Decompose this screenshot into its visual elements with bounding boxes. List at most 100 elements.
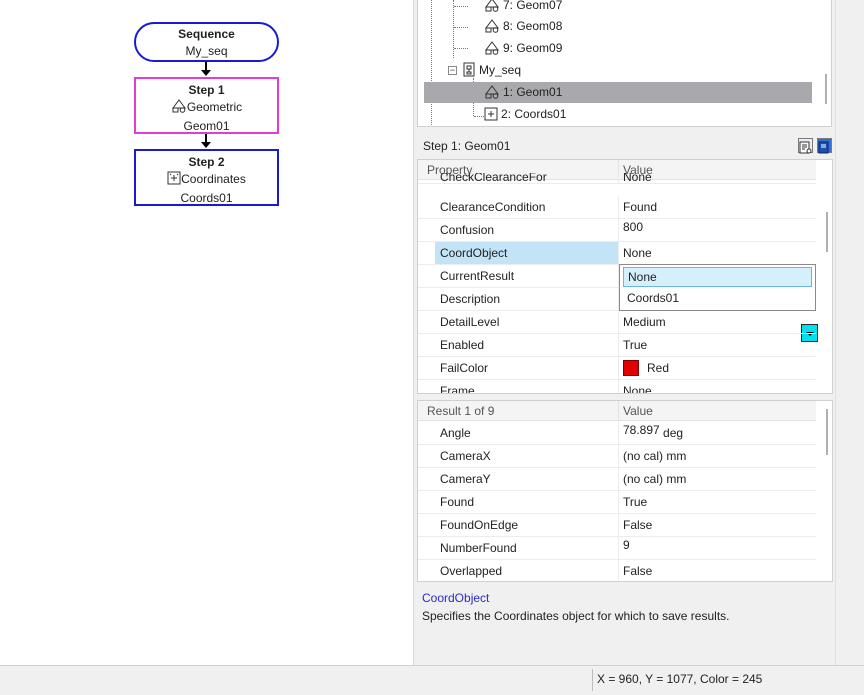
property-grid-scrollbar[interactable]	[826, 212, 828, 252]
sequence-node[interactable]: Sequence My_seq	[134, 22, 279, 62]
tree-item[interactable]: 2: Coords01	[484, 104, 566, 124]
result-value: 78.897 deg	[623, 419, 683, 441]
property-value: Found	[623, 200, 658, 214]
tree-item-label: 8: Geom08	[503, 19, 563, 33]
result-name: NumberFound	[440, 541, 517, 555]
result-value: True	[623, 495, 648, 509]
property-name: Confusion	[440, 223, 495, 237]
geometric-icon	[485, 0, 499, 12]
dropdown-option-coords01[interactable]: Coords01	[623, 288, 812, 308]
geometric-icon	[171, 99, 187, 118]
property-value: Medium	[623, 315, 666, 329]
collapse-toggle[interactable]: −	[448, 66, 457, 75]
result-grid-scrollbar[interactable]	[826, 409, 828, 455]
tree-item-label: 1: Geom01	[503, 85, 563, 99]
coord-object-dropdown-list[interactable]: None Coords01	[619, 264, 816, 311]
sequence-tree[interactable]: 7: Geom07 8: Geom08 9: Geom09 − My_seq 1…	[417, 0, 832, 127]
property-name: Description	[440, 292, 501, 306]
result-row[interactable]: NumberFound 9	[418, 537, 816, 560]
property-row[interactable]: FailColor Red	[418, 357, 816, 380]
fail-color-value: Red	[647, 361, 670, 375]
description-text: Specifies the Coordinates object for whi…	[422, 609, 730, 623]
flow-arrowhead	[201, 142, 211, 148]
property-row-selected[interactable]: CoordObject None	[418, 242, 818, 342]
property-value: None	[623, 173, 652, 184]
result-name: FoundOnEdge	[440, 518, 519, 532]
property-name: ClearanceCondition	[440, 200, 546, 214]
sequence-icon	[463, 62, 475, 77]
property-row[interactable]: DetailLevel Medium	[418, 311, 816, 334]
tree-item-label: My_seq	[479, 63, 522, 77]
dropdown-option-none[interactable]: None	[623, 267, 812, 287]
color-swatch	[623, 360, 639, 376]
tree-item[interactable]: My_seq	[462, 60, 521, 80]
geometric-icon	[485, 41, 499, 55]
geometric-icon	[485, 19, 499, 33]
tree-item[interactable]: 9: Geom09	[484, 38, 562, 58]
property-row[interactable]: CheckClearanceFor None	[418, 173, 816, 184]
properties-panel: 7: Geom07 8: Geom08 9: Geom09 − My_seq 1…	[414, 0, 835, 665]
property-name: CurrentResult	[440, 269, 515, 283]
property-value: None	[623, 384, 652, 394]
property-row[interactable]: ClearanceCondition Found	[418, 196, 816, 219]
result-value: 9	[623, 538, 630, 552]
coordinates-icon	[484, 107, 498, 121]
result-value: False	[623, 518, 653, 532]
result-row[interactable]: Found True	[418, 491, 816, 514]
tree-item[interactable]: 7: Geom07	[484, 0, 562, 15]
coord-object-select[interactable]: None	[623, 242, 652, 264]
angle-unit: deg	[663, 426, 684, 440]
result-row[interactable]: CameraY (no cal) mm	[418, 468, 816, 491]
description-title: CoordObject	[422, 591, 490, 605]
result-row[interactable]: FoundOnEdge False	[418, 514, 816, 537]
properties-view-icon[interactable]	[798, 138, 813, 154]
flow-arrowhead	[201, 70, 211, 76]
tree-guide	[431, 0, 432, 126]
tree-item-label: 2: Coords01	[501, 107, 567, 121]
step2-node-type: Coordinates	[181, 172, 246, 186]
column-header-result: Result 1 of 9	[427, 404, 495, 418]
result-name: Overlapped	[440, 564, 503, 578]
geometric-icon	[485, 85, 499, 99]
status-bar: X = 960, Y = 1077, Color = 245	[0, 665, 864, 695]
flowchart-canvas[interactable]: Sequence My_seq Step 1 Geometric Geom01 …	[0, 0, 414, 665]
tree-item-selected[interactable]: 1: Geom01	[484, 82, 562, 102]
result-grid[interactable]: Result 1 of 9 Value Angle 78.897 deg Cam…	[417, 400, 833, 582]
step1-node-type: Geometric	[186, 100, 243, 114]
tree-guide	[454, 27, 468, 28]
step2-node[interactable]: Step 2 Coordinates Coords01	[134, 149, 279, 206]
tree-item-label: 9: Geom09	[503, 41, 563, 55]
property-value[interactable]: 800	[623, 216, 643, 238]
step2-node-name: Coords01	[180, 191, 233, 205]
result-name: CameraY	[440, 472, 491, 486]
results-view-icon[interactable]	[817, 138, 832, 154]
property-value: True	[623, 338, 648, 352]
property-value: Red	[623, 357, 669, 379]
sequence-node-title: Sequence	[178, 27, 235, 41]
tree-scrollbar[interactable]	[825, 74, 827, 104]
step1-node-name: Geom01	[183, 119, 230, 133]
property-name: CheckClearanceFor	[440, 173, 547, 184]
cursor-readout: X = 960, Y = 1077, Color = 245	[597, 672, 763, 686]
property-row[interactable]: Enabled True	[418, 334, 816, 357]
result-row[interactable]: CameraX (no cal) mm	[418, 445, 816, 468]
tree-item[interactable]: 8: Geom08	[484, 16, 562, 36]
tree-item-label: 7: Geom07	[503, 0, 563, 12]
angle-value: 78.897	[623, 423, 660, 437]
window-scrollbar[interactable]	[835, 0, 864, 665]
property-name: DetailLevel	[440, 315, 500, 329]
step-header: Step 1: Geom01	[417, 135, 832, 157]
tree-guide	[453, 0, 454, 58]
step1-node[interactable]: Step 1 Geometric Geom01	[134, 77, 279, 134]
result-row[interactable]: Overlapped False	[418, 560, 816, 581]
property-name: FailColor	[440, 361, 489, 375]
status-separator	[592, 669, 593, 691]
tree-guide	[454, 6, 468, 7]
property-name: Frame	[440, 384, 475, 394]
property-row[interactable]: Frame None	[418, 380, 816, 394]
property-row[interactable]: Confusion 800	[418, 219, 816, 242]
result-row[interactable]: Angle 78.897 deg	[418, 422, 816, 445]
tree-guide	[454, 48, 468, 49]
result-name: Found	[440, 495, 475, 509]
property-name: CoordObject	[435, 242, 618, 264]
